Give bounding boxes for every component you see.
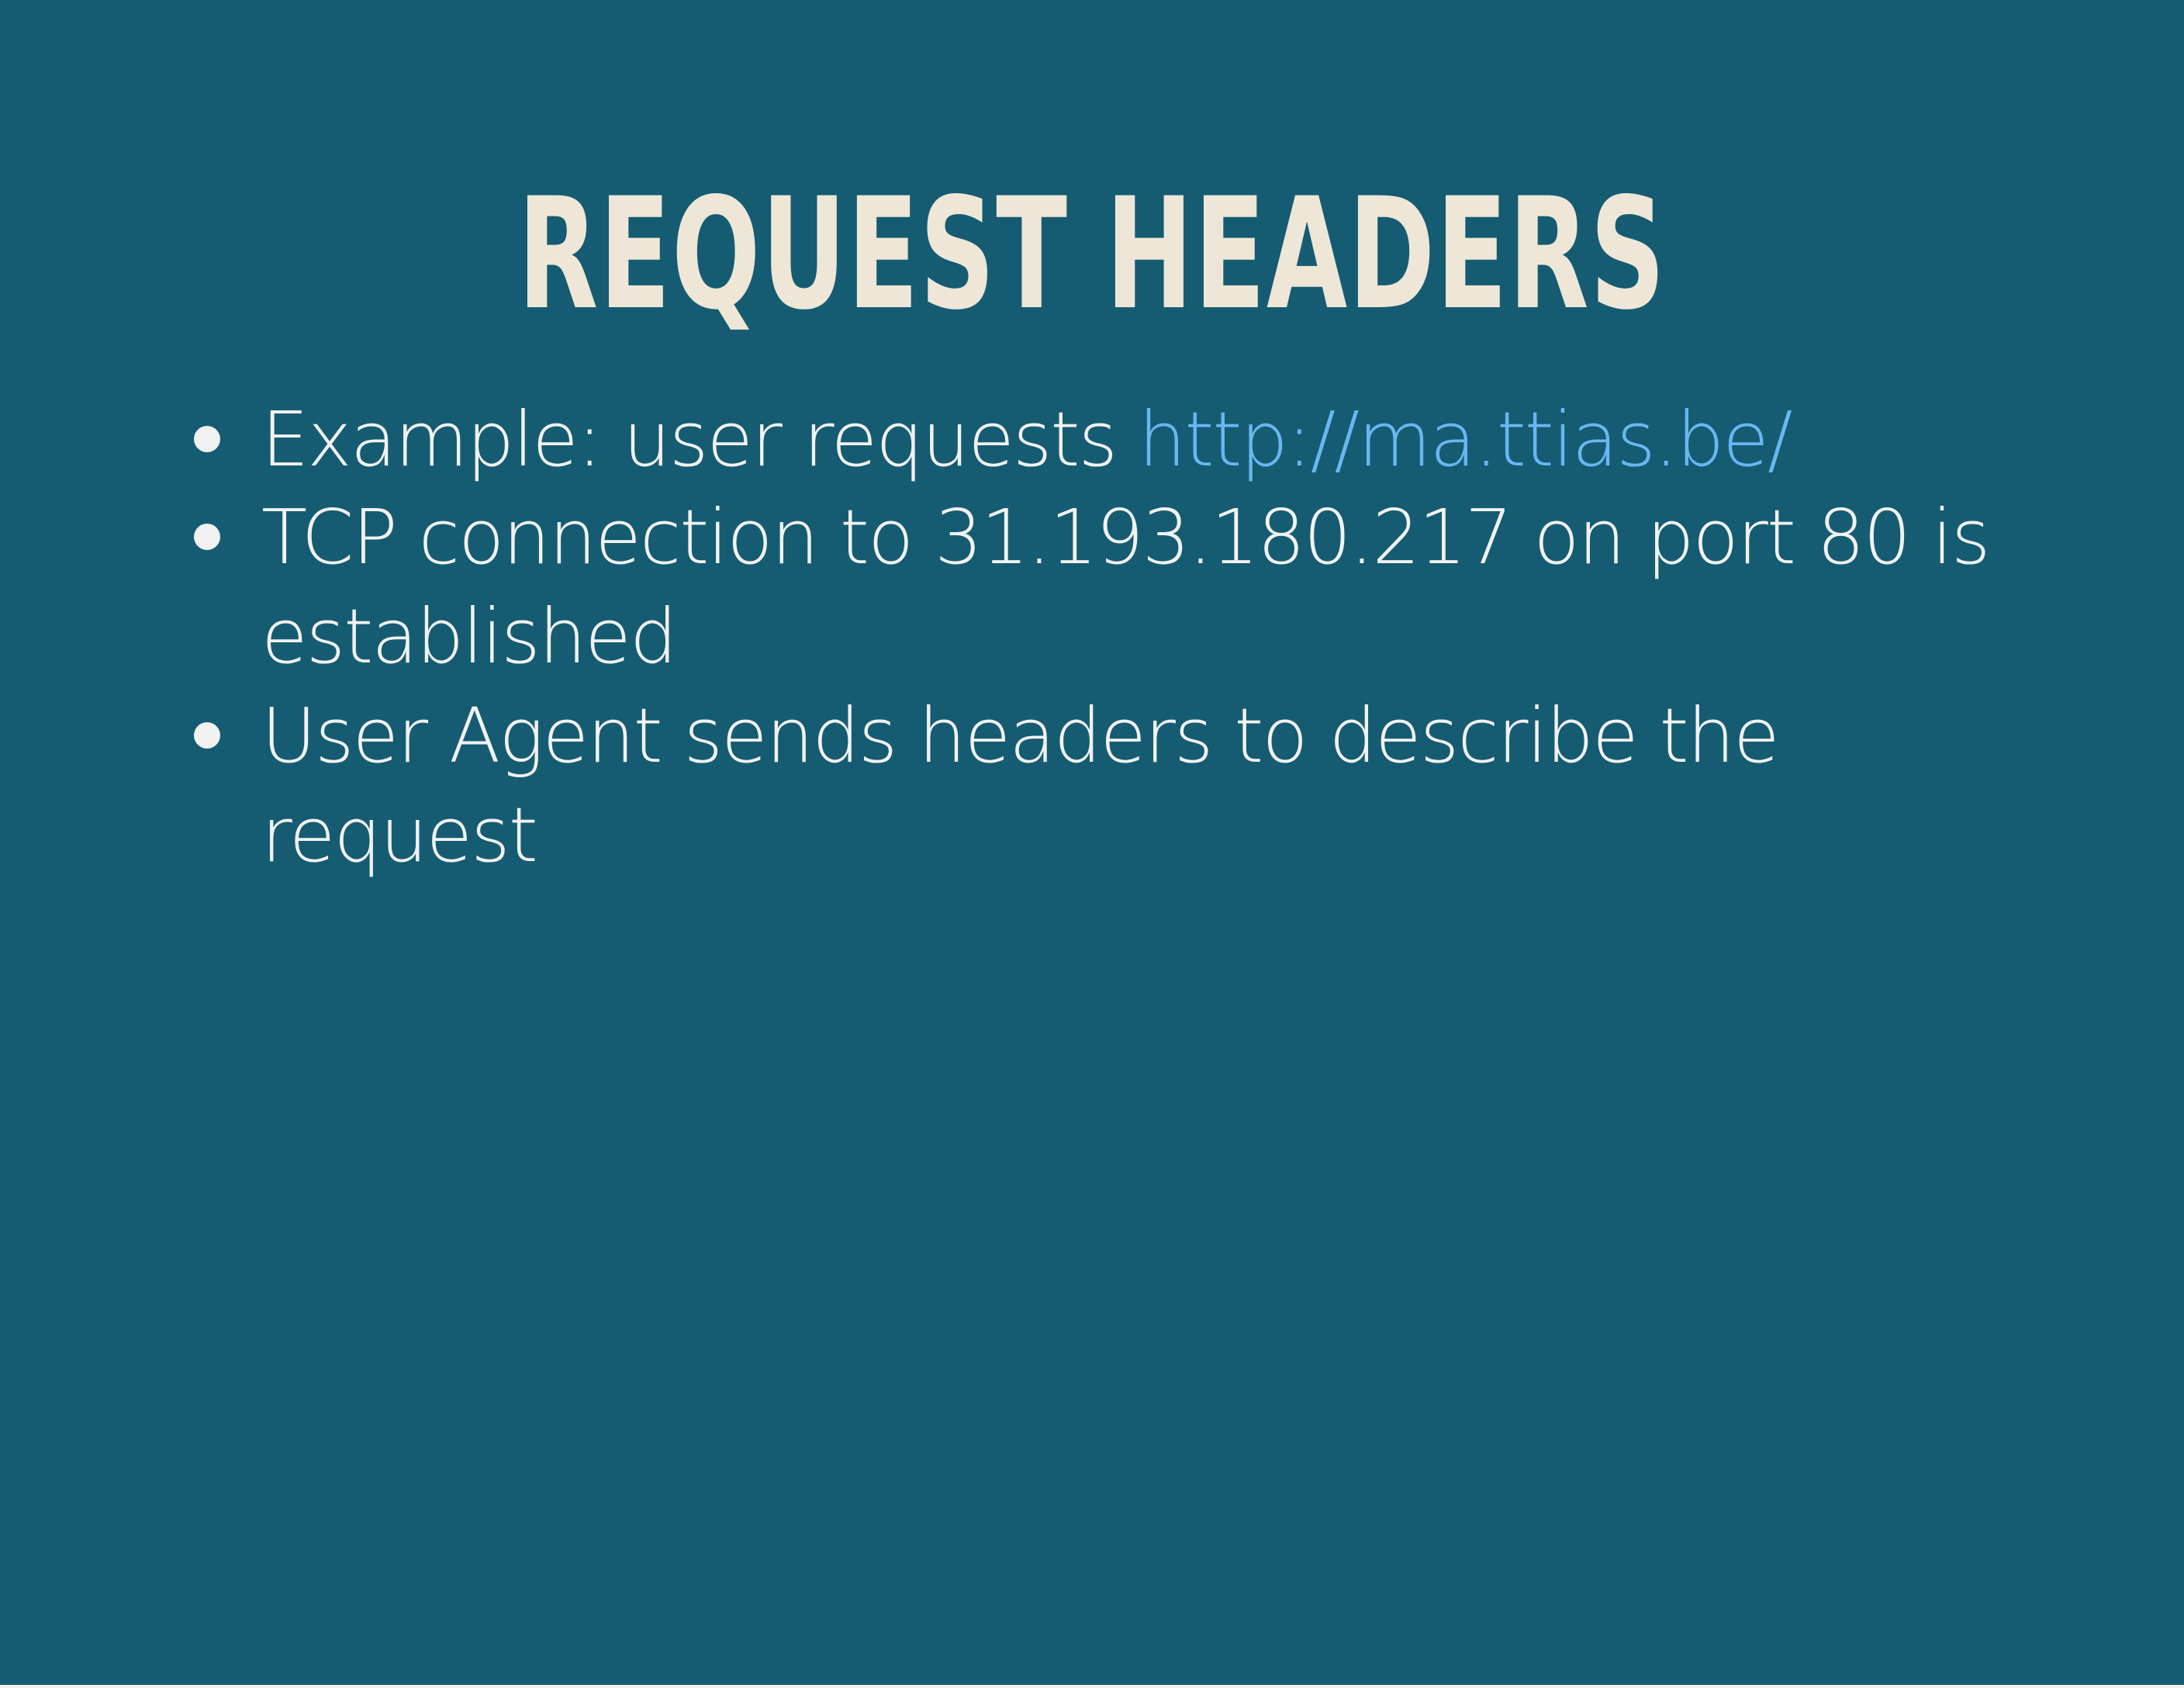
bullet-example-text: Example: user requests: [261, 396, 1139, 483]
bullet-dot: [194, 722, 220, 749]
slide-bottom-strip: [0, 1685, 2184, 1688]
bullet-user-agent-line-2: request: [261, 791, 538, 879]
bullet-text: Example: user requests http://ma.ttias.b…: [261, 390, 1968, 489]
bullet-user-agent-line-1: User Agent sends headers to describe the: [261, 692, 1780, 780]
bullet-dot: [194, 524, 220, 550]
bullet-tcp-line-2: established: [261, 593, 677, 680]
bullet-tcp-line-1: TCP connection to 31.193.180.217 on port…: [261, 493, 1990, 581]
slide-title: REQUEST HEADERS: [517, 164, 1667, 344]
slide: REQUEST HEADERS Example: user requests h…: [0, 0, 2184, 1685]
example-url-link[interactable]: http://ma.ttias.be/: [1139, 396, 1793, 483]
bullet-dot: [194, 426, 220, 452]
